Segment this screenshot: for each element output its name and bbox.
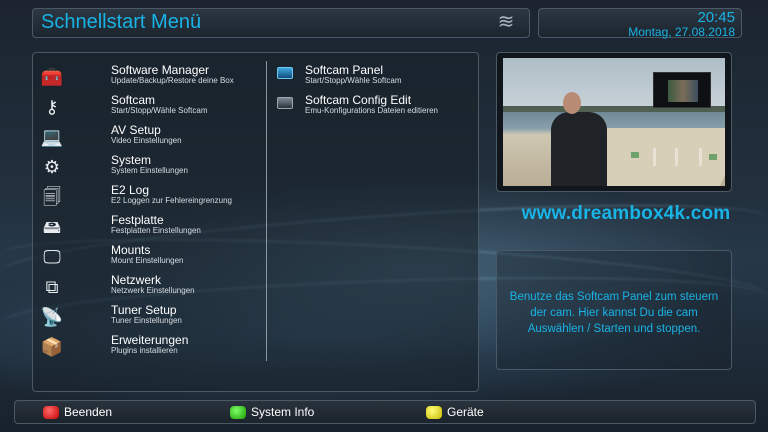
menu-item-netzwerk[interactable]: ⧉ Netzwerk Netzwerk Einstellungen — [33, 273, 263, 301]
website-url: www.dreambox4k.com — [521, 203, 731, 224]
description-panel: Benutze das Softcam Panel zum steuern de… — [496, 250, 732, 370]
network-icon: ⧉ — [45, 277, 59, 297]
yellow-button-geraete[interactable]: Geräte — [426, 404, 526, 422]
laptop-icon: 💻 — [40, 127, 64, 147]
menu-item-softcam[interactable]: ⚷ Softcam Start/Stopp/Wähle Softcam — [33, 93, 263, 121]
menu-item-subtitle: Start/Stopp/Wähle Softcam — [111, 106, 208, 115]
menu-item-subtitle: Tuner Einstellungen — [111, 316, 182, 325]
menu-item-subtitle: Plugins installieren — [111, 346, 178, 355]
document-icon: 🗐 — [43, 187, 61, 207]
menu-item-subtitle: System Einstellungen — [111, 166, 188, 175]
menu-item-softcam-config-edit[interactable]: Softcam Config Edit Emu-Konfigurations D… — [271, 93, 476, 121]
menu-item-mounts[interactable]: 🖵 Mounts Mount Einstellungen — [33, 243, 263, 271]
selected-box-icon — [277, 67, 293, 79]
yellow-key-icon — [426, 406, 442, 419]
menu-item-title: Festplatte — [111, 213, 164, 227]
box-icon — [277, 97, 293, 109]
red-button-beenden[interactable]: Beenden — [43, 404, 153, 422]
green-button-system-info[interactable]: System Info — [230, 404, 350, 422]
menu-item-title: Mounts — [111, 243, 151, 257]
description-text: Benutze das Softcam Panel zum steuern de… — [509, 291, 719, 335]
menu-item-subtitle: Festplatten Einstellungen — [111, 226, 201, 235]
satellite-icon: 📡 — [40, 307, 64, 327]
menu-item-subtitle: Emu-Konfigurations Dateien editieren — [305, 106, 438, 115]
menu-item-title: E2 Log — [111, 183, 150, 197]
menu-item-title: Softcam — [111, 93, 156, 107]
menu-item-subtitle: E2 Loggen zur Fehlereingrenzung — [111, 196, 232, 205]
menu-item-subtitle: Video Einstellungen — [111, 136, 182, 145]
menu-item-title: System — [111, 153, 152, 167]
column-divider — [266, 61, 267, 361]
dreambox-logo-icon: ≋ — [497, 11, 515, 33]
green-button-label: System Info — [251, 405, 315, 419]
menu-item-title: Tuner Setup — [111, 303, 177, 317]
title-bar: Schnellstart Menü — [32, 8, 530, 38]
menu-item-subtitle: Mount Einstellungen — [111, 256, 184, 265]
menu-item-software-manager[interactable]: 🧰 Software Manager Update/Backup/Restore… — [33, 63, 263, 91]
menu-item-title: Netzwerk — [111, 273, 162, 287]
menu-item-title: AV Setup — [111, 123, 161, 137]
clock-date: Montag, 27.08.2018 — [628, 25, 735, 39]
box-icon: 📦 — [40, 337, 64, 357]
clock-panel: 20:45 Montag, 27.08.2018 — [538, 8, 742, 39]
menu-item-erweiterungen[interactable]: 📦 Erweiterungen Plugins installieren — [33, 333, 263, 361]
menu-item-subtitle: Netzwerk Einstellungen — [111, 286, 195, 295]
yellow-button-label: Geräte — [447, 405, 484, 419]
tv-preview-frame — [496, 52, 732, 192]
footer-bar: Beenden System Info Geräte — [14, 400, 756, 424]
tv-preview — [503, 58, 725, 186]
menu-item-title: Erweiterungen — [111, 333, 189, 347]
menu-item-e2-log[interactable]: 🗐 E2 Log E2 Loggen zur Fehlereingrenzung — [33, 183, 263, 211]
gears-icon: ⚙ — [43, 157, 61, 177]
toolbox-icon: 🧰 — [40, 67, 64, 87]
menu-item-subtitle: Start/Stopp/Wähle Softcam — [305, 76, 402, 85]
menu-item-av-setup[interactable]: 💻 AV Setup Video Einstellungen — [33, 123, 263, 151]
menu-item-subtitle: Update/Backup/Restore deine Box — [111, 76, 234, 85]
red-key-icon — [43, 406, 59, 419]
menu-item-title: Softcam Panel — [305, 63, 384, 77]
menu-item-title: Software Manager — [111, 63, 210, 77]
clock-time: 20:45 — [697, 9, 735, 26]
menu-item-festplatte[interactable]: 🖴 Festplatte Festplatten Einstellungen — [33, 213, 263, 241]
menu-item-system[interactable]: ⚙ System System Einstellungen — [33, 153, 263, 181]
menu-panel: 🧰 Software Manager Update/Backup/Restore… — [32, 52, 479, 392]
menu-item-tuner-setup[interactable]: 📡 Tuner Setup Tuner Einstellungen — [33, 303, 263, 331]
key-icon: ⚷ — [45, 97, 59, 117]
green-key-icon — [230, 406, 246, 419]
harddisk-icon: 🖴 — [42, 217, 62, 237]
page-title: Schnellstart Menü — [41, 11, 202, 33]
red-button-label: Beenden — [64, 405, 113, 419]
picture-in-picture — [653, 72, 711, 108]
monitor-icon: 🖵 — [43, 247, 61, 267]
menu-item-title: Softcam Config Edit — [305, 93, 412, 107]
menu-item-softcam-panel[interactable]: Softcam Panel Start/Stopp/Wähle Softcam — [271, 63, 476, 91]
